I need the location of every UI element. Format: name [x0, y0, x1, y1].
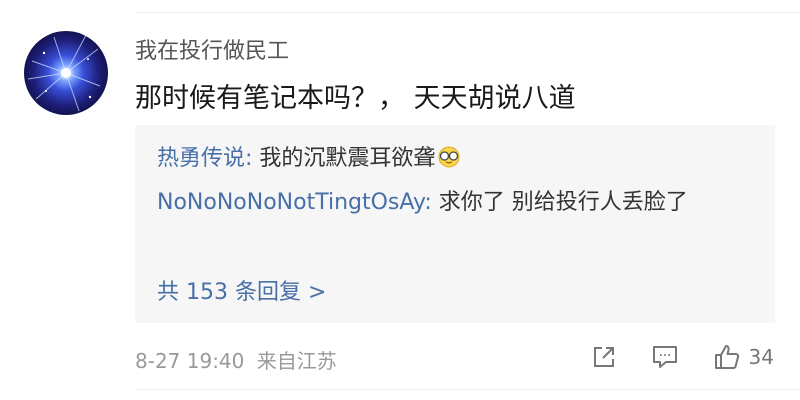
top-divider — [135, 12, 800, 13]
comment-text: 那时候有笔记本吗？， 天天胡说八道 — [135, 83, 576, 114]
reply-text: 求你了 别给投行人丢脸了 — [438, 190, 688, 215]
reply-text: 我的沉默震耳欲聋 — [259, 146, 436, 171]
bottom-divider — [135, 389, 800, 390]
reply-separator: : — [245, 146, 260, 171]
thumbs-up-icon — [714, 345, 739, 369]
comment-actions: 34 — [557, 340, 774, 374]
replies-box: 热勇传说: 我的沉默震耳欲聋 NoNoNoNoNotTingtOsAy: 求你了… — [135, 125, 775, 323]
like-button[interactable]: 34 — [713, 343, 774, 371]
more-replies-link[interactable]: 共 153 条回复 > — [157, 274, 326, 306]
galaxy-avatar-icon — [27, 34, 101, 112]
reply-separator: : — [424, 190, 439, 215]
reply-item: 热勇传说: 我的沉默震耳欲聋 — [157, 141, 461, 177]
comment-button[interactable] — [651, 344, 679, 370]
reply-item: NoNoNoNoNotTingtOsAy: 求你了 别给投行人丢脸了 — [157, 185, 747, 221]
comment-icon — [652, 346, 677, 368]
avatar[interactable] — [24, 31, 108, 115]
face-with-glasses-emoji-icon — [437, 144, 461, 168]
share-button[interactable] — [591, 344, 617, 370]
comment-location: 来自江苏 — [256, 349, 337, 373]
reply-author[interactable]: NoNoNoNoNotTingtOsAy — [157, 190, 424, 215]
share-icon — [593, 347, 614, 367]
comment-card: 我在投行做民工 那时候有笔记本吗？， 天天胡说八道 热勇传说: 我的沉默震耳欲聋… — [0, 0, 800, 400]
reply-author[interactable]: 热勇传说 — [157, 146, 245, 171]
comment-meta: 8-27 19:40 来自江苏 — [135, 345, 337, 374]
comment-username[interactable]: 我在投行做民工 — [135, 33, 289, 65]
comment-timestamp: 8-27 19:40 — [135, 349, 245, 373]
like-count: 34 — [748, 345, 774, 369]
